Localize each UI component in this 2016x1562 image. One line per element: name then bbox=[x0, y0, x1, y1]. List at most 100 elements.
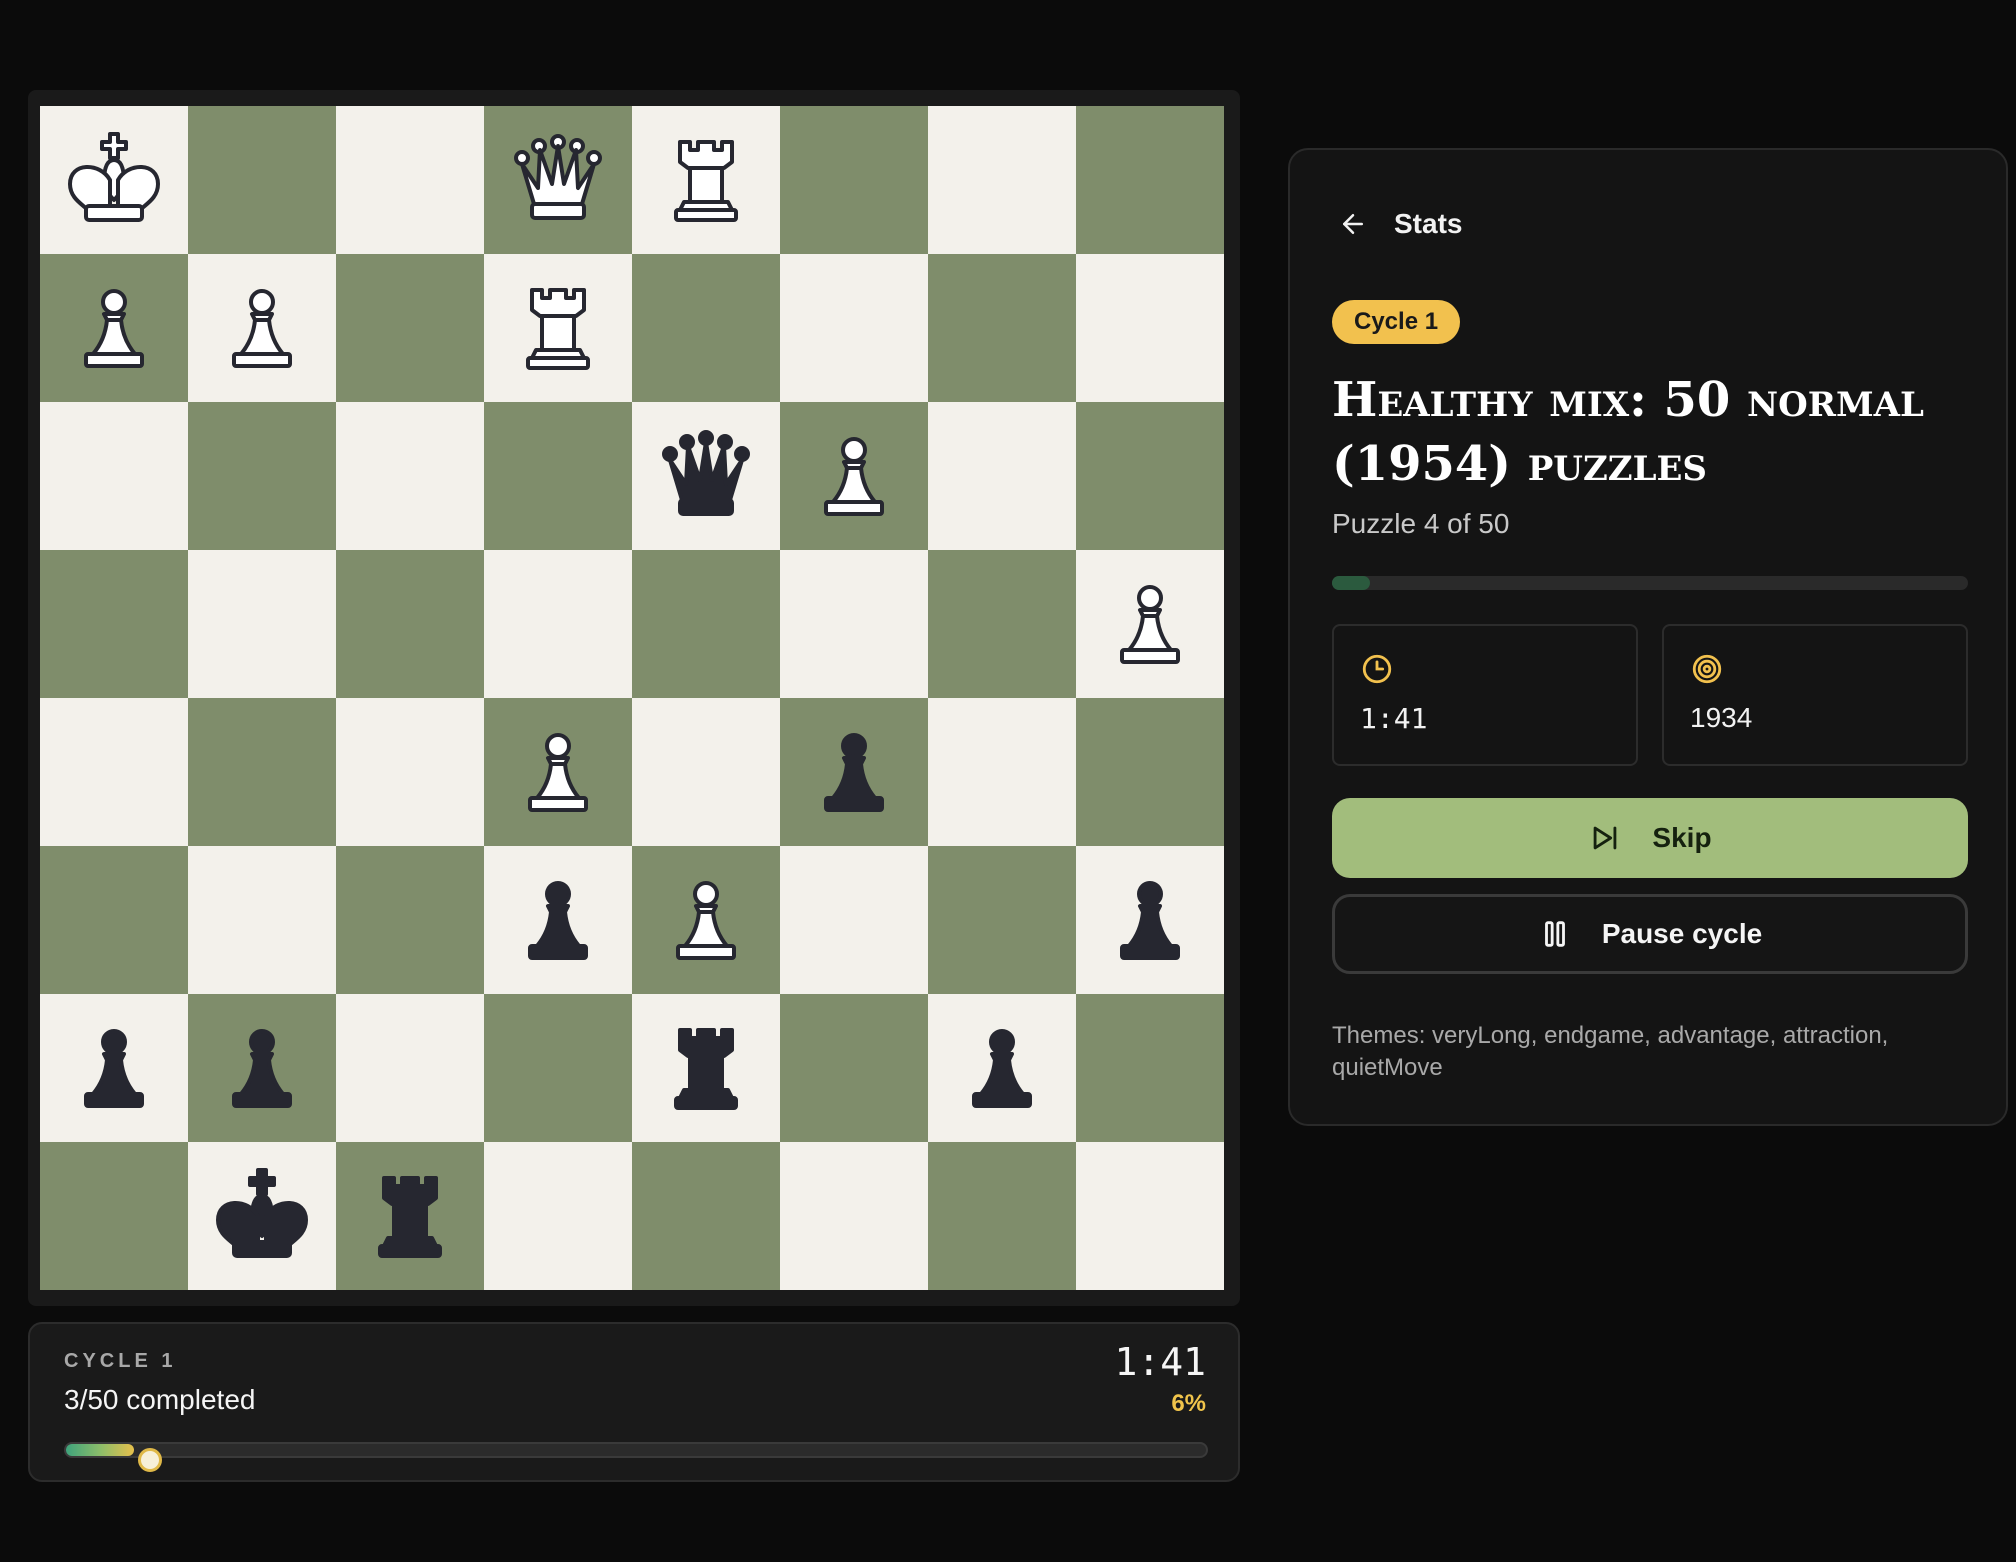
square-g6[interactable] bbox=[928, 402, 1076, 550]
square-g2[interactable] bbox=[928, 994, 1076, 1142]
square-b8[interactable] bbox=[188, 106, 336, 254]
square-c8[interactable] bbox=[336, 106, 484, 254]
square-a1[interactable] bbox=[40, 1142, 188, 1290]
square-b6[interactable] bbox=[188, 402, 336, 550]
square-b3[interactable] bbox=[188, 846, 336, 994]
square-g8[interactable] bbox=[928, 106, 1076, 254]
square-f3[interactable] bbox=[780, 846, 928, 994]
square-h2[interactable] bbox=[1076, 994, 1224, 1142]
chess-board[interactable] bbox=[40, 106, 1224, 1290]
black-rook-piece[interactable] bbox=[360, 1166, 460, 1266]
square-g1[interactable] bbox=[928, 1142, 1076, 1290]
square-a3[interactable] bbox=[40, 846, 188, 994]
square-h5[interactable] bbox=[1076, 550, 1224, 698]
cycle-badge: Cycle 1 bbox=[1332, 300, 1461, 344]
square-e2[interactable] bbox=[632, 994, 780, 1142]
square-c5[interactable] bbox=[336, 550, 484, 698]
square-d1[interactable] bbox=[484, 1142, 632, 1290]
square-f7[interactable] bbox=[780, 254, 928, 402]
puzzle-set-title: Healthy mix: 50 normal (1954) puzzles bbox=[1332, 372, 1924, 492]
square-c4[interactable] bbox=[336, 698, 484, 846]
square-a5[interactable] bbox=[40, 550, 188, 698]
square-e1[interactable] bbox=[632, 1142, 780, 1290]
square-e3[interactable] bbox=[632, 846, 780, 994]
black-pawn-piece[interactable] bbox=[804, 722, 904, 822]
square-b5[interactable] bbox=[188, 550, 336, 698]
square-h6[interactable] bbox=[1076, 402, 1224, 550]
square-h1[interactable] bbox=[1076, 1142, 1224, 1290]
skip-button[interactable]: Skip bbox=[1332, 798, 1968, 878]
square-g3[interactable] bbox=[928, 846, 1076, 994]
square-c3[interactable] bbox=[336, 846, 484, 994]
white-rook-piece[interactable] bbox=[656, 130, 756, 230]
white-pawn-piece[interactable] bbox=[212, 278, 312, 378]
square-e8[interactable] bbox=[632, 106, 780, 254]
square-d8[interactable] bbox=[484, 106, 632, 254]
square-f5[interactable] bbox=[780, 550, 928, 698]
square-b7[interactable] bbox=[188, 254, 336, 402]
square-g4[interactable] bbox=[928, 698, 1076, 846]
square-e6[interactable] bbox=[632, 402, 780, 550]
square-c1[interactable] bbox=[336, 1142, 484, 1290]
black-king-piece[interactable] bbox=[212, 1166, 312, 1266]
cycle-timer: 1:41 bbox=[1114, 1340, 1206, 1384]
black-pawn-piece[interactable] bbox=[1100, 870, 1200, 970]
white-rook-piece[interactable] bbox=[508, 278, 608, 378]
square-c2[interactable] bbox=[336, 994, 484, 1142]
timer-value: 1:41 bbox=[1360, 702, 1428, 735]
white-king-piece[interactable] bbox=[64, 130, 164, 230]
square-g5[interactable] bbox=[928, 550, 1076, 698]
square-e4[interactable] bbox=[632, 698, 780, 846]
pause-icon bbox=[1544, 921, 1565, 947]
square-d6[interactable] bbox=[484, 402, 632, 550]
black-pawn-piece[interactable] bbox=[952, 1018, 1052, 1118]
cycle-progress-fill bbox=[66, 1444, 135, 1456]
black-pawn-piece[interactable] bbox=[64, 1018, 164, 1118]
square-f2[interactable] bbox=[780, 994, 928, 1142]
black-queen-piece[interactable] bbox=[656, 426, 756, 526]
clock-icon bbox=[1362, 654, 1392, 684]
cycle-label: CYCLE 1 bbox=[64, 1350, 177, 1372]
square-b4[interactable] bbox=[188, 698, 336, 846]
square-b2[interactable] bbox=[188, 994, 336, 1142]
arrow-left-icon bbox=[1343, 214, 1363, 234]
square-a2[interactable] bbox=[40, 994, 188, 1142]
square-b1[interactable] bbox=[188, 1142, 336, 1290]
square-h7[interactable] bbox=[1076, 254, 1224, 402]
pause-cycle-button[interactable]: Pause cycle bbox=[1332, 894, 1968, 974]
black-rook-piece[interactable] bbox=[656, 1018, 756, 1118]
completed-count: 3/50 completed bbox=[64, 1384, 256, 1415]
square-d2[interactable] bbox=[484, 994, 632, 1142]
square-h8[interactable] bbox=[1076, 106, 1224, 254]
square-d4[interactable] bbox=[484, 698, 632, 846]
square-f8[interactable] bbox=[780, 106, 928, 254]
black-pawn-piece[interactable] bbox=[508, 870, 608, 970]
white-pawn-piece[interactable] bbox=[64, 278, 164, 378]
cycle-progress-bar bbox=[64, 1442, 1208, 1472]
square-a8[interactable] bbox=[40, 106, 188, 254]
white-pawn-piece[interactable] bbox=[508, 722, 608, 822]
square-f1[interactable] bbox=[780, 1142, 928, 1290]
square-d5[interactable] bbox=[484, 550, 632, 698]
square-c6[interactable] bbox=[336, 402, 484, 550]
square-e5[interactable] bbox=[632, 550, 780, 698]
square-a4[interactable] bbox=[40, 698, 188, 846]
square-h4[interactable] bbox=[1076, 698, 1224, 846]
square-e7[interactable] bbox=[632, 254, 780, 402]
back-to-stats-link[interactable]: Stats bbox=[1338, 208, 1462, 240]
square-a6[interactable] bbox=[40, 402, 188, 550]
square-g7[interactable] bbox=[928, 254, 1076, 402]
white-queen-piece[interactable] bbox=[508, 130, 608, 230]
square-f4[interactable] bbox=[780, 698, 928, 846]
square-h3[interactable] bbox=[1076, 846, 1224, 994]
white-pawn-piece[interactable] bbox=[804, 426, 904, 526]
white-pawn-piece[interactable] bbox=[1100, 574, 1200, 674]
square-f6[interactable] bbox=[780, 402, 928, 550]
white-pawn-piece[interactable] bbox=[656, 870, 756, 970]
square-c7[interactable] bbox=[336, 254, 484, 402]
puzzle-themes: Themes: veryLong, endgame, advantage, at… bbox=[1332, 1022, 1889, 1081]
square-a7[interactable] bbox=[40, 254, 188, 402]
square-d7[interactable] bbox=[484, 254, 632, 402]
black-pawn-piece[interactable] bbox=[212, 1018, 312, 1118]
square-d3[interactable] bbox=[484, 846, 632, 994]
